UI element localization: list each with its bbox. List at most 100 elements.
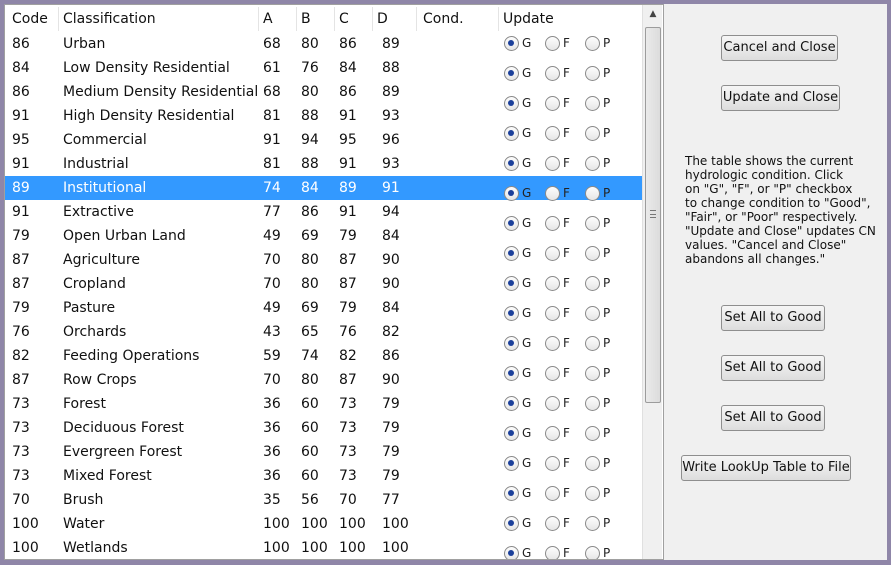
radio-fair[interactable]: F	[545, 94, 570, 112]
cell-c: 84	[339, 60, 357, 76]
cell-b: 80	[301, 276, 319, 292]
radio-good[interactable]: G	[504, 34, 531, 52]
header-classification[interactable]: Classification	[59, 7, 259, 31]
cell-classification: Institutional	[63, 180, 147, 196]
write-lookup-table-button[interactable]: Write LookUp Table to File	[681, 455, 851, 481]
header-code[interactable]: Code	[5, 7, 59, 31]
cell-d: 89	[382, 36, 400, 52]
cell-b: 74	[301, 348, 319, 364]
update-and-close-button[interactable]: Update and Close	[721, 85, 840, 111]
radio-good[interactable]: G	[504, 244, 531, 262]
radio-poor[interactable]: P	[585, 94, 610, 112]
cell-c: 70	[339, 492, 357, 508]
header-b[interactable]: B	[297, 7, 335, 31]
radio-fair[interactable]: F	[545, 214, 570, 232]
radio-fair[interactable]: F	[545, 454, 570, 472]
radio-fair[interactable]: F	[545, 304, 570, 322]
radio-fair[interactable]: F	[545, 64, 570, 82]
set-all-to-good-button-1[interactable]: Set All to Good	[721, 305, 825, 331]
cell-c: 87	[339, 372, 357, 388]
cell-d: 90	[382, 252, 400, 268]
radio-good[interactable]: G	[504, 334, 531, 352]
radio-good[interactable]: G	[504, 364, 531, 382]
cell-code: 95	[12, 132, 30, 148]
condition-radio-group: GFP	[504, 64, 644, 82]
radio-good[interactable]: G	[504, 484, 531, 502]
radio-poor[interactable]: P	[585, 244, 610, 262]
radio-poor[interactable]: P	[585, 334, 610, 352]
header-d[interactable]: D	[373, 7, 417, 31]
radio-poor[interactable]: P	[585, 364, 610, 382]
radio-fair[interactable]: F	[545, 394, 570, 412]
radio-good[interactable]: G	[504, 124, 531, 142]
header-cond[interactable]: Cond.	[417, 7, 499, 31]
radio-good[interactable]: G	[504, 424, 531, 442]
radio-fair[interactable]: F	[545, 34, 570, 52]
radio-fair[interactable]: F	[545, 154, 570, 172]
radio-fair[interactable]: F	[545, 244, 570, 262]
cell-code: 91	[12, 204, 30, 220]
radio-fair[interactable]: F	[545, 274, 570, 292]
set-all-to-good-button-2[interactable]: Set All to Good	[721, 355, 825, 381]
radio-poor[interactable]: P	[585, 154, 610, 172]
radio-poor[interactable]: P	[585, 484, 610, 502]
radio-poor[interactable]: P	[585, 34, 610, 52]
radio-poor[interactable]: P	[585, 514, 610, 532]
scroll-thumb[interactable]	[645, 27, 661, 403]
radio-fair[interactable]: F	[545, 124, 570, 142]
cell-c: 91	[339, 156, 357, 172]
cell-c: 73	[339, 396, 357, 412]
radio-fair[interactable]: F	[545, 484, 570, 502]
radio-good[interactable]: G	[504, 394, 531, 412]
radio-good[interactable]: G	[504, 94, 531, 112]
radio-good[interactable]: G	[504, 64, 531, 82]
radio-poor[interactable]: P	[585, 424, 610, 442]
radio-good[interactable]: G	[504, 544, 531, 559]
cell-a: 81	[263, 156, 281, 172]
cell-b: 84	[301, 180, 319, 196]
cell-b: 94	[301, 132, 319, 148]
cancel-and-close-button[interactable]: Cancel and Close	[721, 35, 838, 61]
cell-code: 87	[12, 372, 30, 388]
radio-poor[interactable]: P	[585, 64, 610, 82]
radio-fair[interactable]: F	[545, 424, 570, 442]
cell-code: 86	[12, 84, 30, 100]
cell-b: 86	[301, 204, 319, 220]
cell-code: 70	[12, 492, 30, 508]
header-update[interactable]: Update	[499, 7, 642, 31]
cell-classification: Water	[63, 516, 105, 532]
radio-good[interactable]: G	[504, 454, 531, 472]
radio-poor[interactable]: P	[585, 394, 610, 412]
cell-classification: Brush	[63, 492, 104, 508]
cell-classification: Agriculture	[63, 252, 140, 268]
cell-code: 73	[12, 396, 30, 412]
radio-poor[interactable]: P	[585, 274, 610, 292]
radio-poor[interactable]: P	[585, 124, 610, 142]
condition-radio-group: GFP	[504, 364, 644, 382]
radio-poor[interactable]: P	[585, 214, 610, 232]
radio-fair[interactable]: F	[545, 364, 570, 382]
radio-fair[interactable]: F	[545, 334, 570, 352]
vertical-scrollbar[interactable]: ▲	[642, 5, 662, 559]
cell-classification: Pasture	[63, 300, 116, 316]
radio-fair[interactable]: F	[545, 514, 570, 532]
radio-good[interactable]: G	[504, 214, 531, 232]
radio-good[interactable]: G	[504, 514, 531, 532]
radio-fair[interactable]: F	[545, 544, 570, 559]
radio-poor[interactable]: P	[585, 184, 610, 202]
radio-good[interactable]: G	[504, 154, 531, 172]
header-c[interactable]: C	[335, 7, 373, 31]
radio-poor[interactable]: P	[585, 304, 610, 322]
radio-fair[interactable]: F	[545, 184, 570, 202]
cell-d: 79	[382, 444, 400, 460]
cell-a: 68	[263, 36, 281, 52]
set-all-to-good-button-3[interactable]: Set All to Good	[721, 405, 825, 431]
radio-good[interactable]: G	[504, 184, 531, 202]
scroll-up-arrow-icon[interactable]: ▲	[643, 5, 663, 23]
radio-good[interactable]: G	[504, 304, 531, 322]
radio-poor[interactable]: P	[585, 544, 610, 559]
radio-good[interactable]: G	[504, 274, 531, 292]
header-a[interactable]: A	[259, 7, 297, 31]
condition-radio-group: GFP	[504, 424, 644, 442]
radio-poor[interactable]: P	[585, 454, 610, 472]
